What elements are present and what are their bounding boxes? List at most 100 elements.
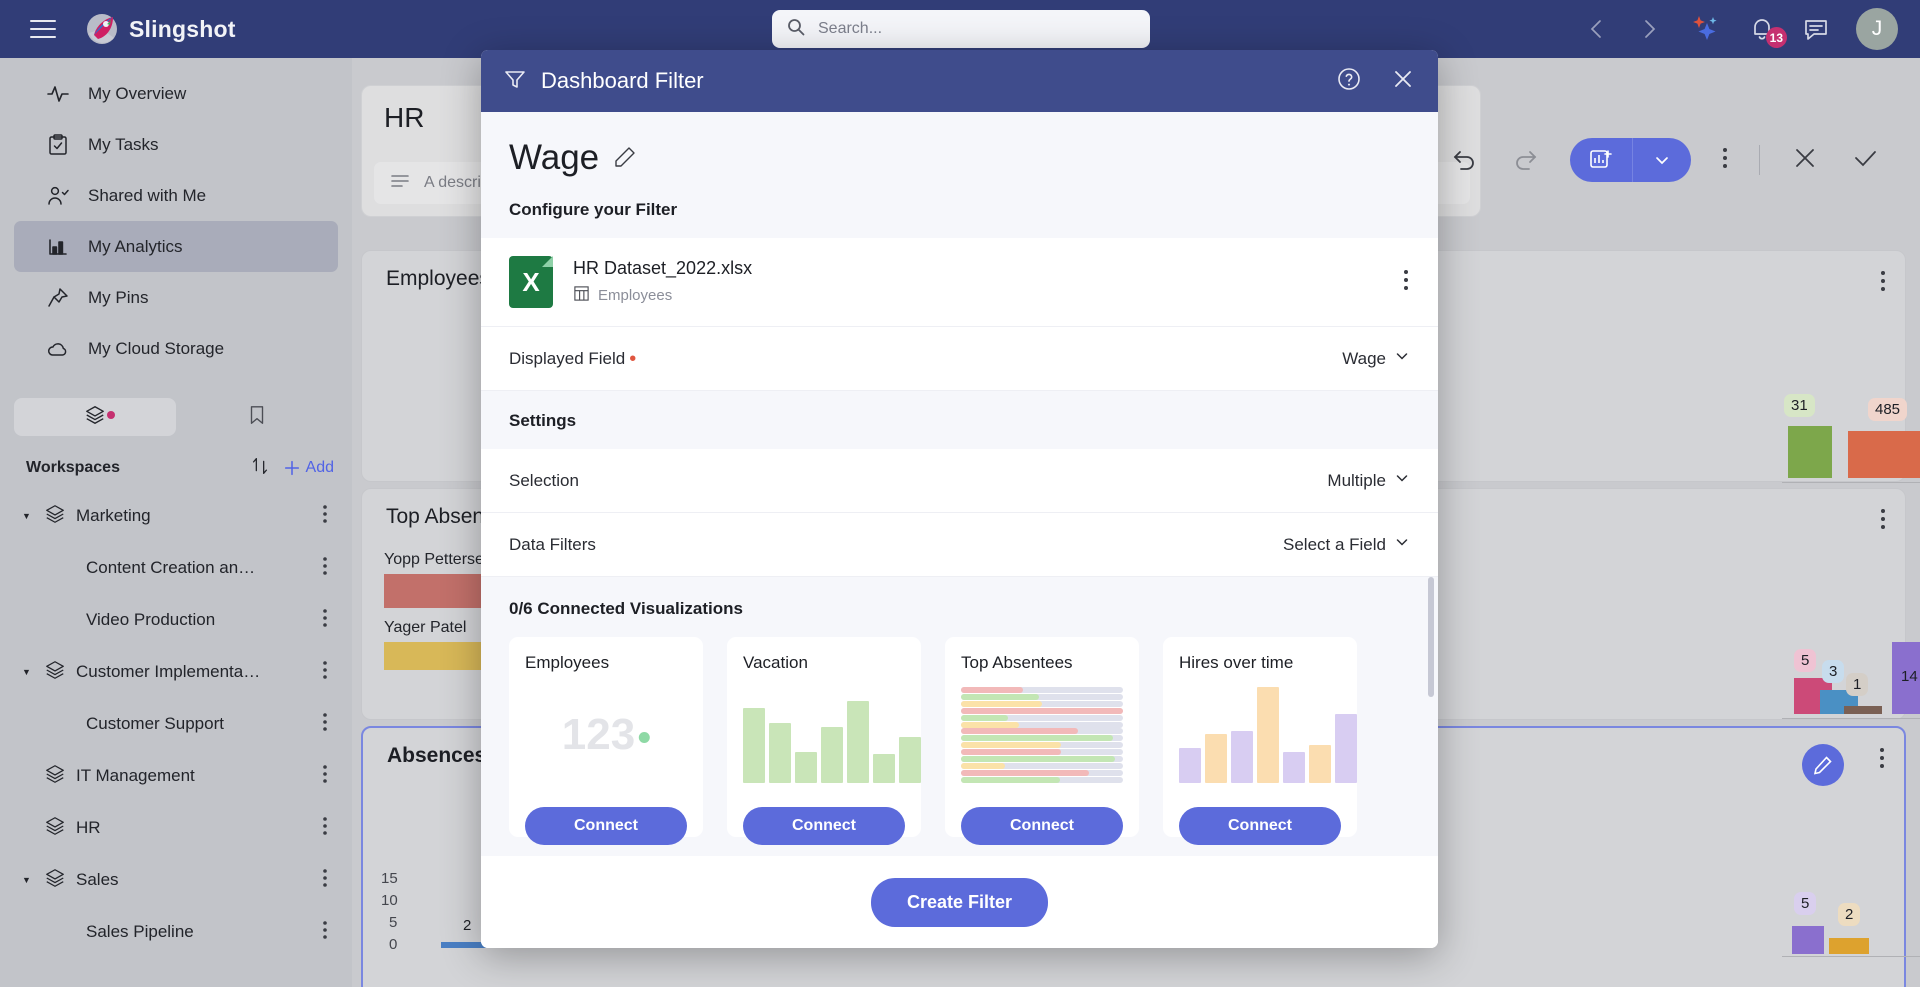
sidebar-tab-bookmarks[interactable] xyxy=(176,398,338,436)
setting-selection-select[interactable]: Multiple xyxy=(1327,470,1410,491)
workspace-more-icon[interactable] xyxy=(322,712,328,737)
sidebar-item-label: Shared with Me xyxy=(88,186,206,206)
workspace-customer-support[interactable]: Customer Support xyxy=(0,698,352,750)
workspace-it-management[interactable]: IT Management xyxy=(0,750,352,802)
required-marker: • xyxy=(629,349,636,369)
sidebar-item-label: My Tasks xyxy=(88,135,159,155)
chevron-down-icon xyxy=(1394,348,1410,369)
workspace-more-icon[interactable] xyxy=(322,504,328,529)
add-visualization-pill[interactable] xyxy=(1570,138,1691,182)
chevron-right-icon[interactable] xyxy=(1636,16,1662,42)
setting-selection-row[interactable]: Selection Multiple xyxy=(481,449,1438,513)
setting-data-filters-row[interactable]: Data Filters Select a Field xyxy=(481,513,1438,577)
workspace-more-icon[interactable] xyxy=(322,868,328,893)
sidebar-item-shared-with-me[interactable]: Shared with Me xyxy=(14,170,338,221)
workspace-more-icon[interactable] xyxy=(322,660,328,685)
close-icon[interactable] xyxy=(1390,66,1416,97)
connect-button[interactable]: Connect xyxy=(743,807,905,845)
panel-edit-button[interactable] xyxy=(1802,744,1844,786)
bell-icon[interactable]: 13 xyxy=(1748,15,1776,43)
datasource-more-icon[interactable] xyxy=(1402,268,1410,297)
unread-dot xyxy=(107,411,115,419)
chevron-down-icon xyxy=(1394,470,1410,491)
workspace-more-icon[interactable] xyxy=(322,920,328,945)
brand-name: Slingshot xyxy=(129,16,236,43)
avatar[interactable]: J xyxy=(1856,8,1898,50)
preview-hbar-track xyxy=(961,728,1123,734)
workspace-sales[interactable]: ▼ Sales xyxy=(0,854,352,906)
panel-absences-more-icon[interactable] xyxy=(1878,746,1886,775)
toolbar-more-icon[interactable] xyxy=(1721,145,1729,176)
displayed-field-row[interactable]: Displayed Field • Wage xyxy=(481,327,1438,391)
chevron-left-icon[interactable] xyxy=(1584,16,1610,42)
chevron-down-icon[interactable]: ▼ xyxy=(22,667,34,677)
add-visualization-caret-icon[interactable] xyxy=(1632,138,1691,182)
preview-hbar-track xyxy=(961,694,1123,700)
sidebar-item-my-analytics[interactable]: My Analytics xyxy=(14,221,338,272)
cancel-icon[interactable] xyxy=(1790,143,1820,178)
redo-icon[interactable] xyxy=(1510,143,1540,178)
datasource-row[interactable]: X HR Dataset_2022.xlsx Employees xyxy=(481,238,1438,327)
sidebar-tab-workspaces[interactable] xyxy=(14,398,176,436)
chevron-down-icon[interactable]: ▼ xyxy=(22,511,34,521)
viz-card-vacation[interactable]: Vacation Connect xyxy=(727,637,921,837)
add-workspace-label: Add xyxy=(306,459,334,477)
sidebar-item-my-overview[interactable]: My Overview xyxy=(14,68,338,119)
undo-icon[interactable] xyxy=(1450,143,1480,178)
brand[interactable]: Slingshot xyxy=(86,13,236,45)
workspace-more-icon[interactable] xyxy=(322,764,328,789)
workspace-hr[interactable]: HR xyxy=(0,802,352,854)
search-input[interactable]: Search... xyxy=(772,10,1150,48)
workspace-label: Sales Pipeline xyxy=(86,922,194,942)
workspace-marketing[interactable]: ▼ Marketing xyxy=(0,490,352,542)
help-circle-icon[interactable] xyxy=(1336,66,1362,97)
displayed-field-value-select[interactable]: Wage xyxy=(1342,348,1410,369)
connect-button[interactable]: Connect xyxy=(525,807,687,845)
layers-icon xyxy=(44,867,66,894)
hamburger-icon[interactable] xyxy=(30,20,56,38)
sort-arrows-icon[interactable] xyxy=(249,455,271,482)
workspace-label: IT Management xyxy=(76,766,195,786)
viz-card-top-absentees[interactable]: Top Absentees Connect xyxy=(945,637,1139,837)
comment-icon[interactable] xyxy=(1802,15,1830,43)
panel-top-absentees-more-icon[interactable] xyxy=(1879,507,1887,536)
modal-scrollbar-thumb[interactable] xyxy=(1428,577,1434,697)
sidebar-item-my-pins[interactable]: My Pins xyxy=(14,272,338,323)
add-chart-icon[interactable] xyxy=(1570,138,1632,182)
pin-icon xyxy=(46,286,70,310)
y-axis-tick: 15 xyxy=(381,870,398,887)
toolbar-divider xyxy=(1759,145,1760,175)
bar-value-label: 3 xyxy=(1822,660,1844,683)
settings-section-label: Settings xyxy=(481,391,1438,449)
confirm-icon[interactable] xyxy=(1850,143,1880,178)
excel-file-icon: X xyxy=(509,256,553,308)
workspace-sales-pipeline[interactable]: Sales Pipeline xyxy=(0,906,352,958)
workspace-more-icon[interactable] xyxy=(322,816,328,841)
connect-button[interactable]: Connect xyxy=(961,807,1123,845)
workspace-video-production[interactable]: Video Production xyxy=(0,594,352,646)
sidebar-item-my-tasks[interactable]: My Tasks xyxy=(14,119,338,170)
viz-card-employees[interactable]: Employees 123 Connect xyxy=(509,637,703,837)
preview-bar xyxy=(1231,731,1253,783)
preview-hbar-track xyxy=(961,701,1123,707)
connect-button[interactable]: Connect xyxy=(1179,807,1341,845)
kpi-number: 123 xyxy=(562,710,635,759)
visualization-card-grid: Employees 123 Connect Vacation xyxy=(509,637,1410,837)
workspace-more-icon[interactable] xyxy=(322,608,328,633)
pencil-icon[interactable] xyxy=(613,138,637,178)
add-workspace-button[interactable]: Add xyxy=(283,459,334,477)
workspace-customer-implementation[interactable]: ▼ Customer Implementa… xyxy=(0,646,352,698)
chevron-down-icon[interactable]: ▼ xyxy=(22,875,34,885)
sparkle-icon[interactable] xyxy=(1688,14,1722,44)
panel-employees-more-icon[interactable] xyxy=(1879,269,1887,298)
workspace-label: Sales xyxy=(76,870,119,890)
workspace-more-icon[interactable] xyxy=(322,556,328,581)
create-filter-button[interactable]: Create Filter xyxy=(871,878,1048,927)
setting-data-filters-select[interactable]: Select a Field xyxy=(1283,534,1410,555)
setting-selection-label: Selection xyxy=(509,471,1327,491)
viz-card-hires-over-time[interactable]: Hires over time Connect xyxy=(1163,637,1357,837)
sidebar-item-my-cloud-storage[interactable]: My Cloud Storage xyxy=(14,323,338,374)
workspace-content-creation[interactable]: Content Creation an… xyxy=(0,542,352,594)
preview-hbar-fill xyxy=(961,756,1115,762)
configure-section-label: Configure your Filter xyxy=(481,200,1438,238)
